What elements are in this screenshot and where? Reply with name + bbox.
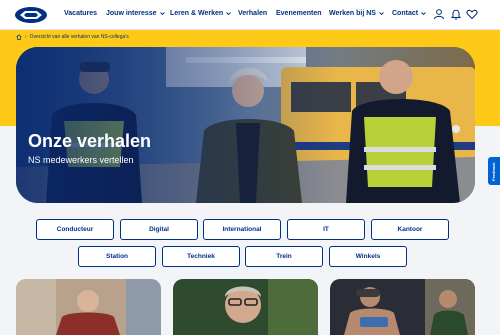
chevron-down-icon	[421, 12, 426, 16]
nav-item-verhalen[interactable]: Verhalen	[238, 10, 267, 17]
ns-logo[interactable]	[14, 6, 48, 24]
hero-subtitle: NS medewerkers vertellen	[28, 155, 134, 165]
story-card[interactable]	[16, 279, 161, 335]
nav-item-leren-werken[interactable]: Leren & Werken	[170, 10, 231, 17]
category-winkels[interactable]: Winkels	[329, 246, 407, 267]
breadcrumb: › Overzicht van alle verhalen van NS-col…	[16, 34, 129, 40]
hero-banner: Onze verhalen NS medewerkers vertellen	[16, 47, 475, 203]
story-card-photo	[16, 279, 161, 335]
story-card-photo	[173, 279, 318, 335]
category-kantoor[interactable]: Kantoor	[371, 219, 449, 240]
chevron-down-icon	[226, 12, 231, 16]
nav-item-vacatures[interactable]: Vacatures	[64, 10, 97, 17]
category-conducteur[interactable]: Conducteur	[36, 219, 114, 240]
story-card-photo	[330, 279, 475, 335]
heart-icon[interactable]	[466, 8, 478, 20]
story-card[interactable]	[173, 279, 318, 335]
breadcrumb-separator: ›	[25, 34, 27, 40]
feedback-tab[interactable]: Feedback	[488, 157, 500, 185]
nav-item-werken-bij-ns[interactable]: Werken bij NS	[329, 10, 384, 17]
category-digital[interactable]: Digital	[120, 219, 198, 240]
home-icon[interactable]	[16, 34, 22, 40]
bell-icon[interactable]	[450, 8, 462, 20]
hero-photo	[16, 47, 475, 203]
category-station[interactable]: Station	[78, 246, 156, 267]
user-icon[interactable]	[433, 8, 445, 20]
category-it[interactable]: IT	[287, 219, 365, 240]
category-international[interactable]: International	[203, 219, 281, 240]
nav-item-label: Evenementen	[276, 10, 322, 17]
nav-item-label: Contact	[392, 10, 419, 17]
nav-item-evenementen[interactable]: Evenementen	[276, 10, 322, 17]
top-navigation: Vacatures Jouw interesse Leren & Werken …	[0, 0, 500, 30]
story-card[interactable]	[330, 279, 475, 335]
nav-item-label: Verhalen	[238, 10, 268, 17]
nav-item-label: Leren & Werken	[170, 10, 224, 17]
nav-item-contact[interactable]: Contact	[392, 10, 426, 17]
category-techniek[interactable]: Techniek	[162, 246, 240, 267]
feedback-label: Feedback	[491, 162, 496, 181]
nav-item-label: Vacatures	[64, 10, 98, 17]
chevron-down-icon	[159, 12, 165, 16]
breadcrumb-current[interactable]: Overzicht van alle verhalen van NS-colle…	[30, 34, 129, 40]
hero-title: Onze verhalen	[28, 131, 152, 151]
chevron-down-icon	[379, 12, 384, 16]
nav-item-label: Jouw interesse	[106, 10, 157, 17]
nav-item-label: Werken bij NS	[329, 10, 376, 17]
nav-item-jouw-interesse[interactable]: Jouw interesse	[106, 10, 165, 17]
category-trein[interactable]: Trein	[245, 246, 323, 267]
